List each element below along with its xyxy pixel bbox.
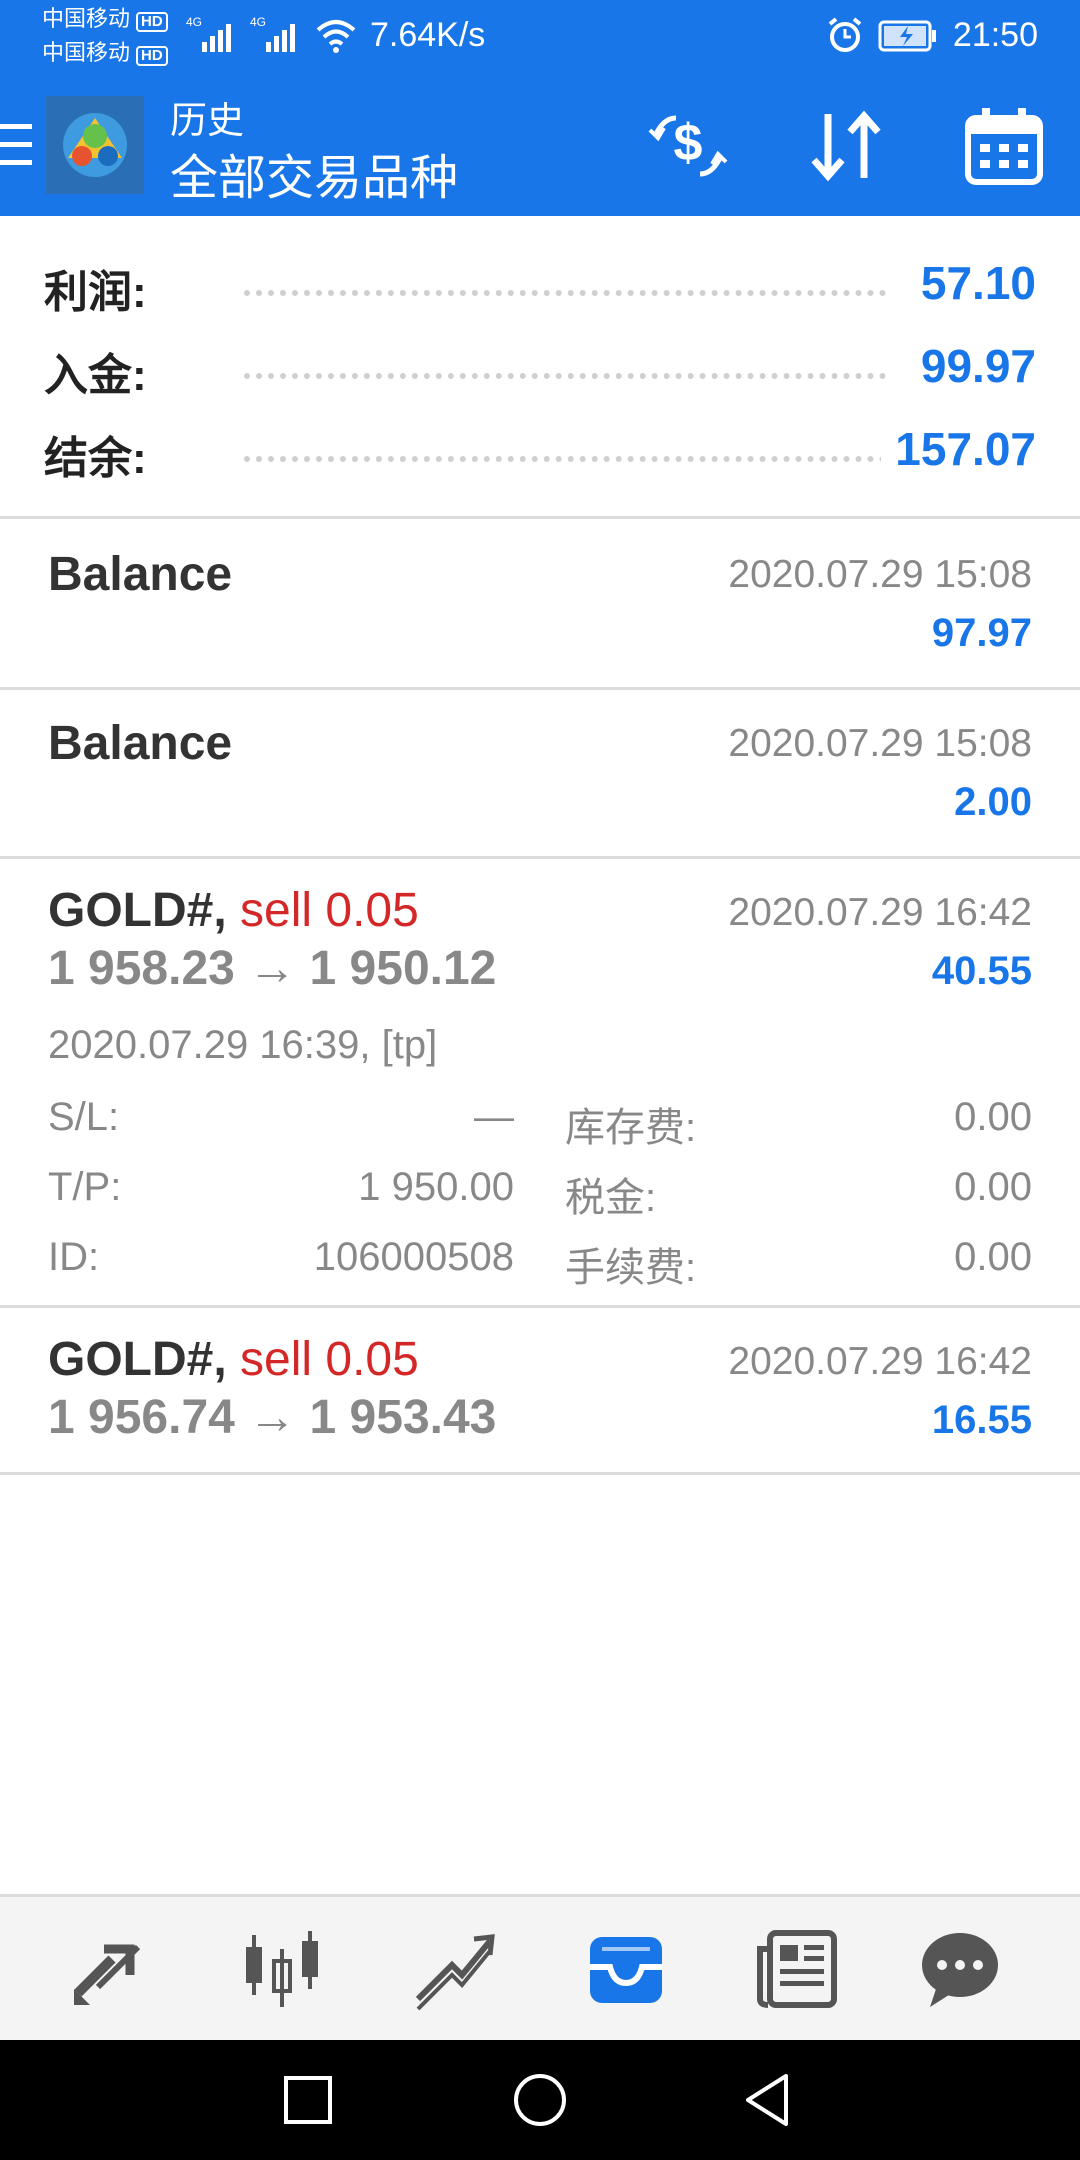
entry-prices: 1 958.23 → 1 950.12 <box>48 942 497 995</box>
battery-charging-icon <box>878 20 936 52</box>
menu-icon[interactable] <box>0 124 32 168</box>
tax-value: 0.00 <box>954 1165 1032 1209</box>
entry-title: GOLD#, sell 0.05 <box>48 883 419 938</box>
summary-panel: 利润: 57.10 入金: 99.97 结余: 157.07 <box>0 216 1080 516</box>
app-logo <box>46 96 144 194</box>
network-speed: 7.64K/s <box>370 16 486 54</box>
swap-value: 0.00 <box>954 1095 1032 1139</box>
chat-icon[interactable] <box>918 1927 1002 2011</box>
history-item[interactable]: Balance 2020.07.29 15:08 97.97 <box>0 519 1080 687</box>
entry-amount: 2.00 <box>954 780 1032 824</box>
bottom-navigation <box>0 1894 1080 2043</box>
svg-text:$: $ <box>674 114 703 172</box>
entry-date: 2020.07.29 16:42 <box>728 891 1032 934</box>
alarm-icon <box>828 17 862 52</box>
toolbar-title: 历史 <box>170 100 244 141</box>
tax-label: 税金: <box>565 1176 657 1220</box>
entry-amount: 40.55 <box>931 949 1032 993</box>
summary-balance: 结余: 157.07 <box>44 422 1036 483</box>
divider <box>0 1472 1080 1475</box>
entry-title: Balance <box>48 548 233 601</box>
wifi-icon <box>316 20 356 53</box>
status-bar: 中国移动 HD 中国移动 HD 4G 4G 7.64K/s 21:50 <box>0 0 1080 74</box>
sl-label: S/L: <box>48 1095 120 1139</box>
history-item[interactable]: GOLD#, sell 0.05 2020.07.29 16:42 1 956.… <box>0 1308 1080 1472</box>
svg-text:4G: 4G <box>250 15 266 29</box>
signal-icon: 4G <box>186 15 231 52</box>
id-value: 106000508 <box>313 1235 514 1279</box>
recent-apps-icon[interactable] <box>276 2068 340 2132</box>
fee-value: 0.00 <box>954 1235 1032 1279</box>
sort-icon[interactable] <box>804 104 888 188</box>
entry-date: 2020.07.29 15:08 <box>728 553 1032 596</box>
history-item-expanded[interactable]: GOLD#, sell 0.05 2020.07.29 16:42 1 958.… <box>0 859 1080 1305</box>
calendar-icon[interactable] <box>962 104 1046 188</box>
carrier-1: 中国移动 HD <box>42 8 168 32</box>
currency-exchange-icon[interactable]: $ <box>646 104 730 188</box>
deposit-value: 99.97 <box>906 339 1036 393</box>
hd-badge: HD <box>136 46 168 66</box>
swap-label: 库存费: <box>565 1106 697 1150</box>
hd-badge: HD <box>136 12 168 32</box>
quotes-candles-icon[interactable] <box>240 1927 324 2011</box>
history-item[interactable]: Balance 2020.07.29 15:08 2.00 <box>0 690 1080 856</box>
sl-value: — <box>474 1095 514 1139</box>
clock: 21:50 <box>952 16 1038 54</box>
entry-open-info: 2020.07.29 16:39, [tp] <box>48 1023 438 1067</box>
entry-action: sell 0.05 <box>240 884 419 937</box>
entry-amount: 16.55 <box>931 1398 1032 1442</box>
carrier-2: 中国移动 HD <box>42 42 168 66</box>
app-toolbar: 历史 全部交易品种 $ <box>0 74 1080 216</box>
trade-icon[interactable] <box>68 1927 152 2011</box>
system-navigation-bar <box>0 2040 1080 2160</box>
back-icon[interactable] <box>736 2068 800 2132</box>
entry-symbol: GOLD#, <box>48 1333 227 1386</box>
news-icon[interactable] <box>756 1927 840 2011</box>
tp-label: T/P: <box>48 1165 122 1209</box>
profit-value: 57.10 <box>906 256 1036 310</box>
signal-icon: 4G <box>250 15 295 52</box>
entry-symbol: GOLD#, <box>48 884 227 937</box>
home-icon[interactable] <box>508 2068 572 2132</box>
chart-icon[interactable] <box>412 1927 496 2011</box>
entry-date: 2020.07.29 16:42 <box>728 1340 1032 1383</box>
id-label: ID: <box>48 1235 100 1279</box>
symbol-filter[interactable]: 全部交易品种 <box>170 138 458 208</box>
balance-value: 157.07 <box>881 422 1036 476</box>
entry-prices: 1 956.74 → 1 953.43 <box>48 1391 497 1444</box>
entry-amount: 97.97 <box>931 611 1032 655</box>
fee-label: 手续费: <box>565 1246 697 1290</box>
entry-title: GOLD#, sell 0.05 <box>48 1332 419 1387</box>
summary-profit: 利润: 57.10 <box>44 256 1036 317</box>
history-inbox-icon[interactable] <box>584 1927 668 2011</box>
entry-action: sell 0.05 <box>240 1333 419 1386</box>
svg-text:4G: 4G <box>186 15 202 29</box>
entry-date: 2020.07.29 15:08 <box>728 722 1032 765</box>
summary-deposit: 入金: 99.97 <box>44 339 1036 400</box>
entry-title: Balance <box>48 717 233 770</box>
tp-value: 1 950.00 <box>358 1165 514 1209</box>
